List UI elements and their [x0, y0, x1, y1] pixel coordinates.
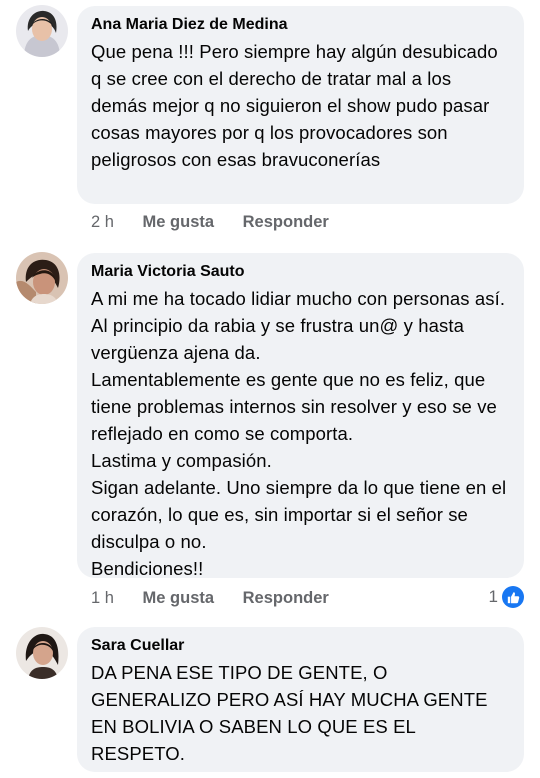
comment-text: Que pena !!! Pero siempre hay algún desu…	[91, 41, 503, 170]
reply-button[interactable]: Responder	[243, 589, 329, 608]
avatar[interactable]	[16, 627, 68, 679]
comment-author[interactable]: Maria Victoria Sauto	[91, 262, 510, 282]
avatar[interactable]	[16, 252, 68, 304]
comment-author[interactable]: Ana Maria Diez de Medina	[91, 15, 510, 35]
avatar-photo	[16, 5, 68, 57]
comment-author[interactable]: Sara Cuellar	[91, 636, 510, 656]
comment-bubble: Ana Maria Diez de Medina Que pena !!! Pe…	[77, 6, 524, 204]
reaction-count: 1	[488, 587, 498, 606]
comment-bubble: Sara Cuellar DA PENA ESE TIPO DE GENTE, …	[77, 627, 524, 772]
avatar-photo	[16, 252, 68, 304]
comment-text: A mi me ha tocado lidiar mucho con perso…	[91, 288, 507, 579]
reply-button[interactable]: Responder	[243, 213, 329, 232]
comment-time[interactable]: 1 h	[91, 589, 114, 608]
like-button[interactable]: Me gusta	[143, 589, 215, 608]
like-button[interactable]: Me gusta	[143, 213, 215, 232]
comment-bubble: Maria Victoria Sauto A mi me ha tocado l…	[77, 253, 524, 579]
comment-text: DA PENA ESE TIPO DE GENTE, O GENERALIZO …	[91, 662, 493, 764]
comment-actions: 1 h Me gusta Responder	[91, 589, 353, 608]
avatar-photo	[16, 627, 68, 679]
comment-actions: 2 h Me gusta Responder	[91, 213, 353, 232]
avatar[interactable]	[16, 5, 68, 57]
comment-time[interactable]: 2 h	[91, 213, 114, 232]
thumbs-up-icon	[502, 586, 524, 608]
reaction-summary[interactable]: 1	[489, 586, 524, 608]
